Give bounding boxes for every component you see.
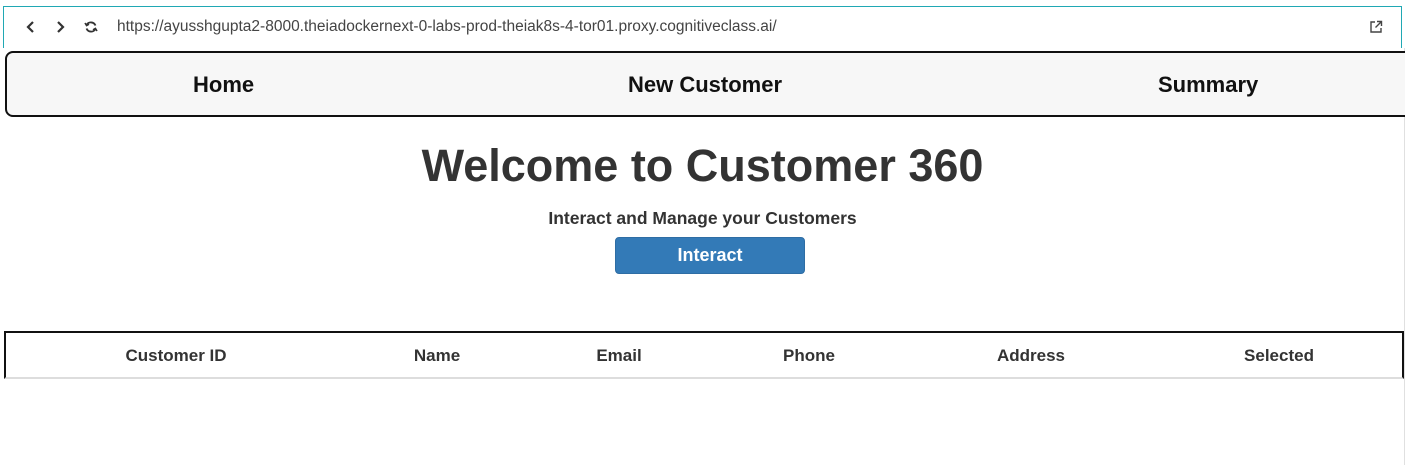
forward-icon[interactable] [51,17,69,37]
interact-button[interactable]: Interact [615,237,805,274]
column-header-phone: Phone [783,346,835,365]
open-external-icon[interactable] [1367,17,1385,37]
column-header-name: Name [413,346,461,365]
column-header-customer-id: Customer ID [125,346,227,365]
top-navbar: Home New Customer Summary [5,51,1405,117]
page-subtitle: Interact and Manage your Customers [548,208,857,228]
reload-icon[interactable] [82,17,100,37]
url-text[interactable]: https://ayusshgupta2-8000.theiadockernex… [117,18,777,36]
customer-table-header: Customer ID Name Email Phone Address Sel… [4,331,1404,379]
column-header-email: Email [596,346,642,365]
nav-home-link[interactable]: Home [193,72,254,98]
nav-new-customer-link[interactable]: New Customer [628,72,782,98]
page-title: Welcome to Customer 360 [421,140,984,191]
browser-address-bar: https://ayusshgupta2-8000.theiadockernex… [3,6,1402,48]
nav-summary-link[interactable]: Summary [1158,72,1258,98]
column-header-selected: Selected [1244,346,1314,365]
back-icon[interactable] [22,17,40,37]
column-header-address: Address [996,346,1066,365]
